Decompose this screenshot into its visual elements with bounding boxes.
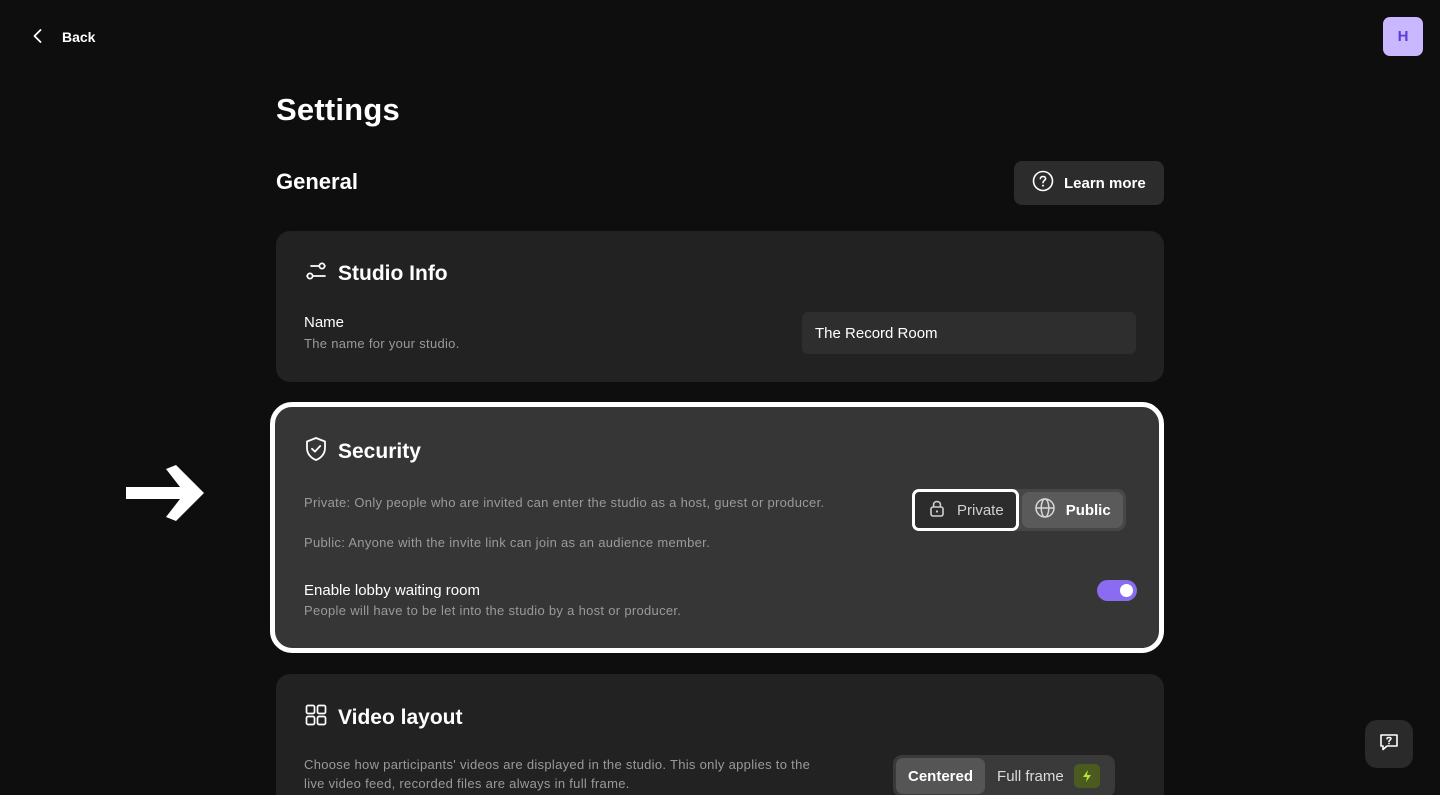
studio-info-card: Studio Info Name The name for your studi… xyxy=(276,231,1164,382)
video-layout-description-2: live video feed, recorded files are alwa… xyxy=(304,776,630,791)
video-layout-description-1: Choose how participants' videos are disp… xyxy=(304,757,811,772)
video-layout-title: Video layout xyxy=(338,706,463,729)
security-card: Security Private: Only people who are in… xyxy=(270,402,1164,653)
question-circle-icon xyxy=(1032,170,1054,196)
shield-check-icon xyxy=(304,436,328,468)
lobby-description: People will have to be let into the stud… xyxy=(304,603,682,618)
full-frame-label: Full frame xyxy=(997,767,1064,785)
grid-icon xyxy=(304,703,328,733)
layout-toggle-group: Centered Full frame xyxy=(893,755,1115,795)
public-description: Public: Anyone with the invite link can … xyxy=(304,535,710,550)
security-header: Security xyxy=(304,436,421,468)
toggle-knob xyxy=(1120,584,1133,597)
name-label: Name xyxy=(304,314,345,331)
learn-more-label: Learn more xyxy=(1064,174,1146,192)
studio-info-title: Studio Info xyxy=(338,262,448,285)
studio-name-input[interactable] xyxy=(802,312,1136,354)
public-label: Public xyxy=(1065,501,1111,519)
lock-icon xyxy=(927,498,947,522)
visibility-toggle-group: Private Public xyxy=(912,489,1126,531)
private-description: Private: Only people who are invited can… xyxy=(304,495,825,510)
bolt-icon xyxy=(1073,764,1100,788)
learn-more-button[interactable]: Learn more xyxy=(1014,161,1164,205)
security-title: Security xyxy=(338,440,421,463)
back-button[interactable]: Back xyxy=(28,24,95,50)
avatar[interactable]: H xyxy=(1383,17,1423,56)
section-title: General xyxy=(276,169,358,194)
chevron-left-icon xyxy=(28,26,48,49)
studio-info-header: Studio Info xyxy=(304,259,448,289)
full-frame-option[interactable]: Full frame xyxy=(985,758,1112,794)
lobby-toggle[interactable] xyxy=(1097,580,1137,601)
private-option[interactable]: Private xyxy=(912,489,1019,531)
public-option[interactable]: Public xyxy=(1021,492,1123,528)
video-layout-card: Video layout Choose how participants' vi… xyxy=(276,674,1164,795)
lobby-label: Enable lobby waiting room xyxy=(304,582,480,599)
private-label: Private xyxy=(957,501,1004,519)
back-label: Back xyxy=(62,29,96,45)
arrow-right-icon xyxy=(124,463,206,528)
globe-icon xyxy=(1034,497,1056,523)
sliders-icon xyxy=(304,259,328,289)
centered-option[interactable]: Centered xyxy=(896,758,986,794)
page-title: Settings xyxy=(276,92,400,127)
help-chat-icon xyxy=(1378,731,1400,758)
name-description: The name for your studio. xyxy=(304,336,460,351)
video-layout-header: Video layout xyxy=(304,703,462,733)
help-chat-button[interactable] xyxy=(1365,720,1413,768)
